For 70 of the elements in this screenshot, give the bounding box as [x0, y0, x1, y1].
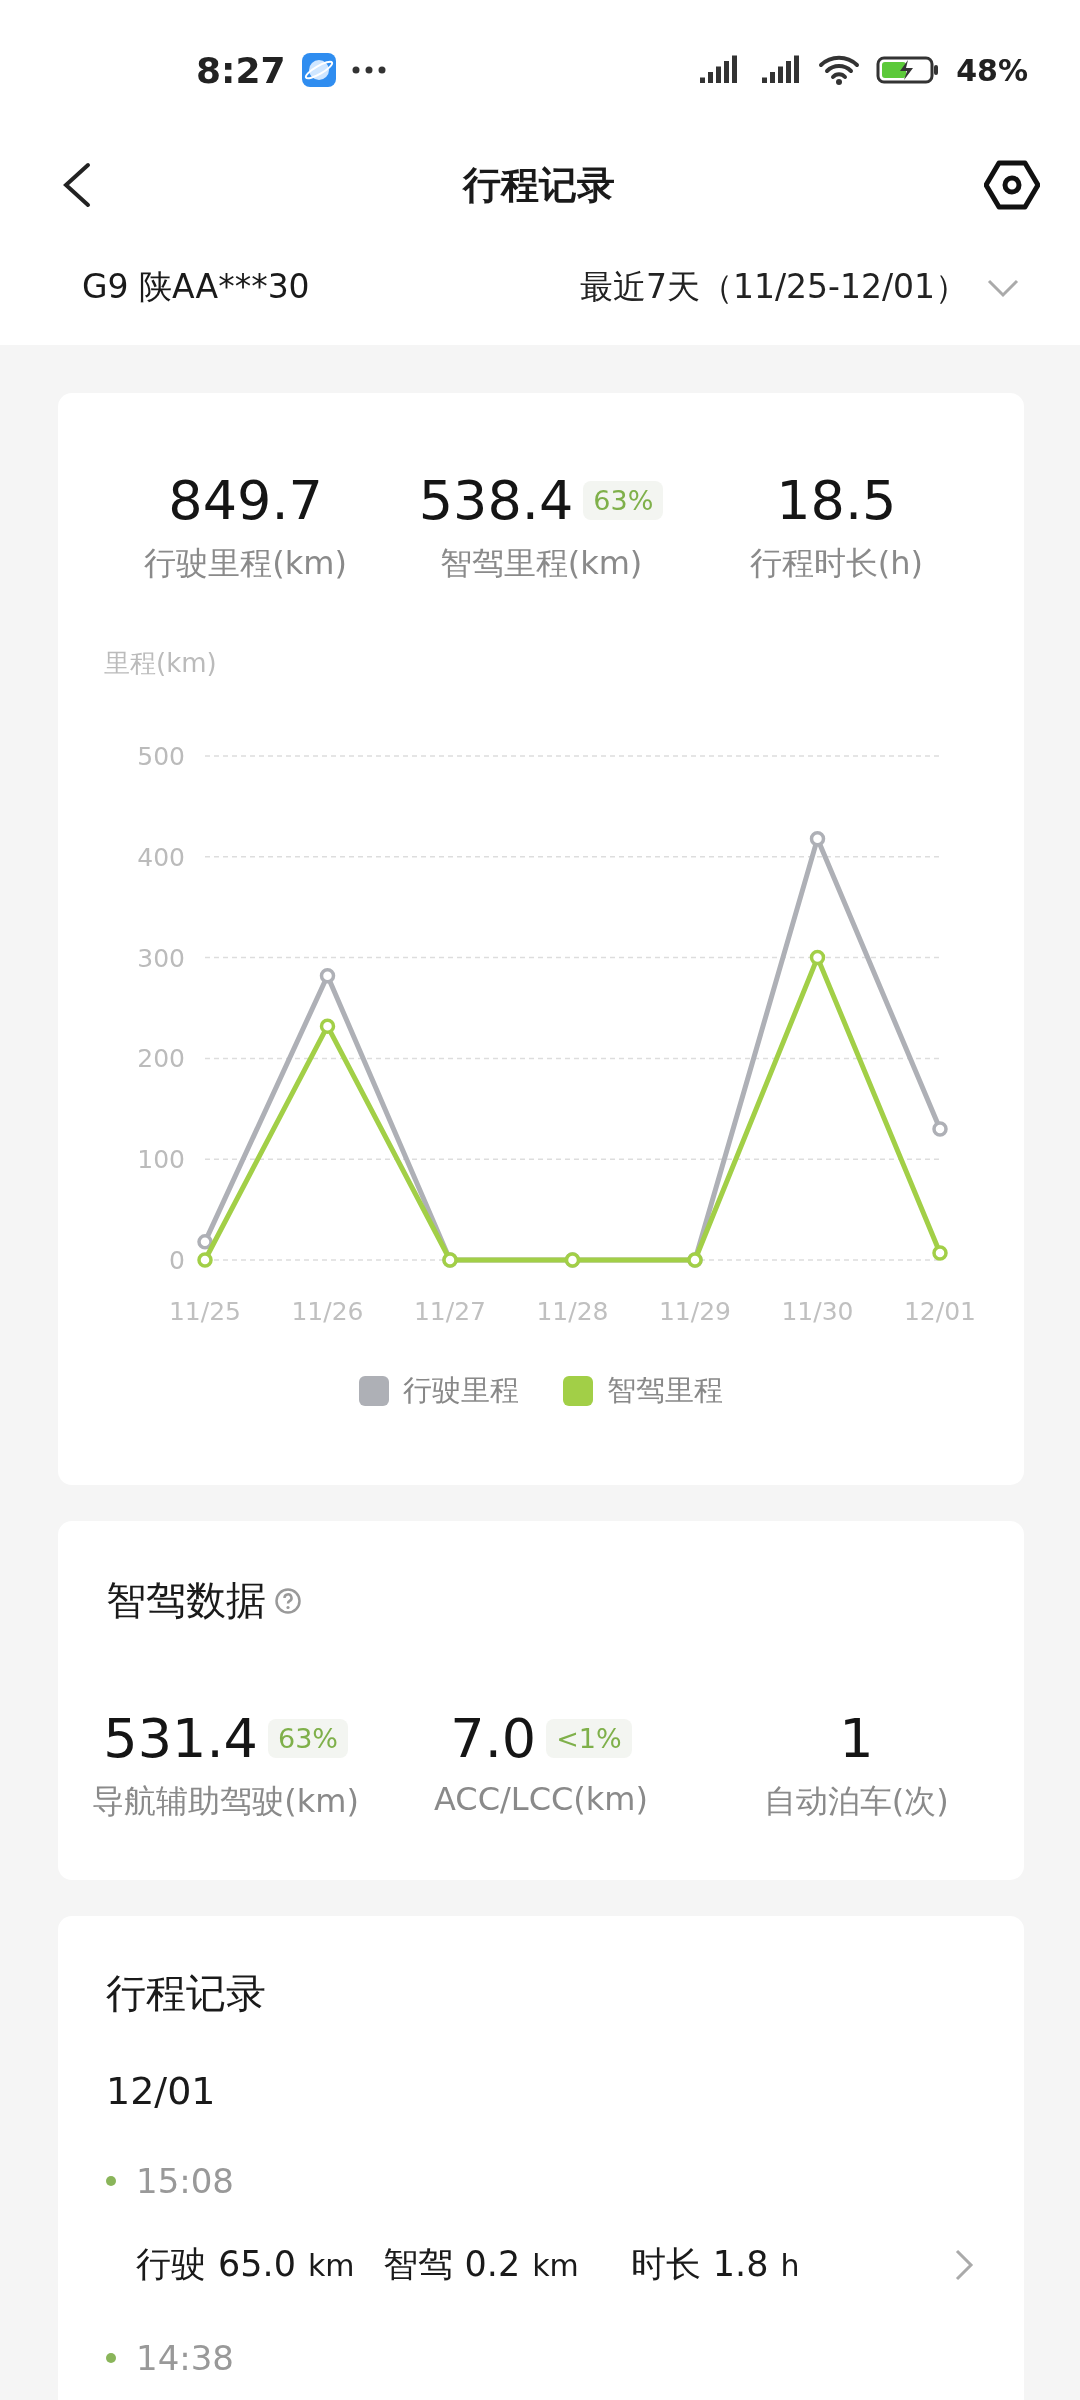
- legend-swatch: [563, 1376, 593, 1406]
- x-tick-label: 11/28: [536, 1297, 609, 1326]
- y-axis-label: 里程(km): [104, 647, 218, 680]
- timeline-dot: [106, 2176, 116, 2186]
- trip-stat-label: 行驶: [136, 2243, 206, 2286]
- settings-icon[interactable]: [984, 160, 1040, 210]
- data-point: [197, 1252, 213, 1268]
- status-time: 8:27: [196, 49, 286, 91]
- more-icon: [351, 66, 386, 74]
- timeline-dot: [106, 2353, 116, 2363]
- wifi-icon: [818, 54, 861, 86]
- data-point: [319, 968, 336, 984]
- x-tick-label: 12/01: [904, 1297, 976, 1326]
- chevron-right-icon: [954, 2247, 974, 2282]
- legend-swatch: [359, 1376, 389, 1406]
- trip-stat-unit: km: [532, 2248, 579, 2283]
- y-tick-label: 400: [137, 842, 185, 872]
- stat-label: 行程时长(h): [749, 543, 923, 584]
- x-tick-label: 11/30: [781, 1297, 854, 1326]
- vehicle-name[interactable]: G9 陕AA***30: [82, 265, 310, 310]
- app-icon: [301, 53, 336, 87]
- stat-value: 1: [839, 1706, 874, 1770]
- data-point: [809, 949, 826, 966]
- stat-label: 智驾里程(km): [439, 543, 643, 584]
- trip-time: 14:38: [136, 2338, 234, 2378]
- x-tick-label: 11/25: [169, 1297, 241, 1326]
- x-tick-label: 11/29: [659, 1297, 731, 1326]
- y-tick-label: 200: [137, 1044, 185, 1074]
- section-title: 行程记录: [106, 1969, 267, 2018]
- data-point: [197, 1234, 213, 1250]
- section-title: 智驾数据: [106, 1576, 266, 1625]
- trip-stat-value: 65.0: [218, 2244, 296, 2284]
- legend-label: 行驶里程: [403, 1372, 519, 1409]
- stat-value: 531.4: [103, 1706, 258, 1770]
- stat-label: 行驶里程(km): [144, 543, 347, 584]
- stat-label: ACC/LCC(km): [434, 1780, 648, 1818]
- data-point: [932, 1245, 948, 1261]
- help-icon[interactable]: [274, 1586, 302, 1615]
- trip-stat-unit: h: [780, 2248, 800, 2283]
- trip-date: 12/01: [106, 2069, 217, 2113]
- stat-label: 导航辅助驾驶(km): [92, 1781, 359, 1822]
- stat-value: 849.7: [168, 468, 323, 532]
- data-point: [319, 1018, 336, 1034]
- trip-stat-value: 1.8: [712, 2244, 769, 2284]
- trip-stat-label: 时长: [630, 2243, 701, 2286]
- trip-stat-unit: km: [307, 2248, 355, 2283]
- battery-icon: [876, 55, 941, 85]
- y-tick-label: 500: [137, 742, 185, 771]
- data-point: [809, 830, 826, 847]
- data-point: [932, 1121, 948, 1137]
- battery-percent: 48%: [956, 52, 1028, 88]
- trip-stat-value: 0.2: [464, 2244, 521, 2284]
- trip-stat-label: 智驾: [382, 2243, 453, 2286]
- date-range[interactable]: 最近7天（11/25-12/01）: [579, 265, 968, 310]
- stat-value: 7.0: [450, 1706, 537, 1770]
- y-tick-label: 100: [137, 1145, 185, 1175]
- x-tick-label: 11/26: [291, 1297, 364, 1326]
- stat-value: 538.4: [418, 468, 574, 532]
- legend-label: 智驾里程: [607, 1372, 723, 1409]
- stat-value: 18.5: [776, 468, 897, 532]
- y-tick-label: 300: [137, 943, 185, 973]
- percent-badge: 63%: [267, 1718, 348, 1758]
- percent-badge: <1%: [546, 1718, 632, 1758]
- x-tick-label: 11/27: [414, 1297, 486, 1326]
- trip-row[interactable]: 行驶 65.0 km 智驾 0.2 km 时长 1.8 h: [106, 2201, 1024, 2288]
- stat-label: 自动泊车(次): [763, 1781, 949, 1822]
- y-tick-label: 0: [169, 1246, 185, 1275]
- trip-time: 15:08: [136, 2161, 234, 2201]
- page-title: 行程记录: [463, 161, 615, 209]
- percent-badge: 63%: [583, 480, 664, 520]
